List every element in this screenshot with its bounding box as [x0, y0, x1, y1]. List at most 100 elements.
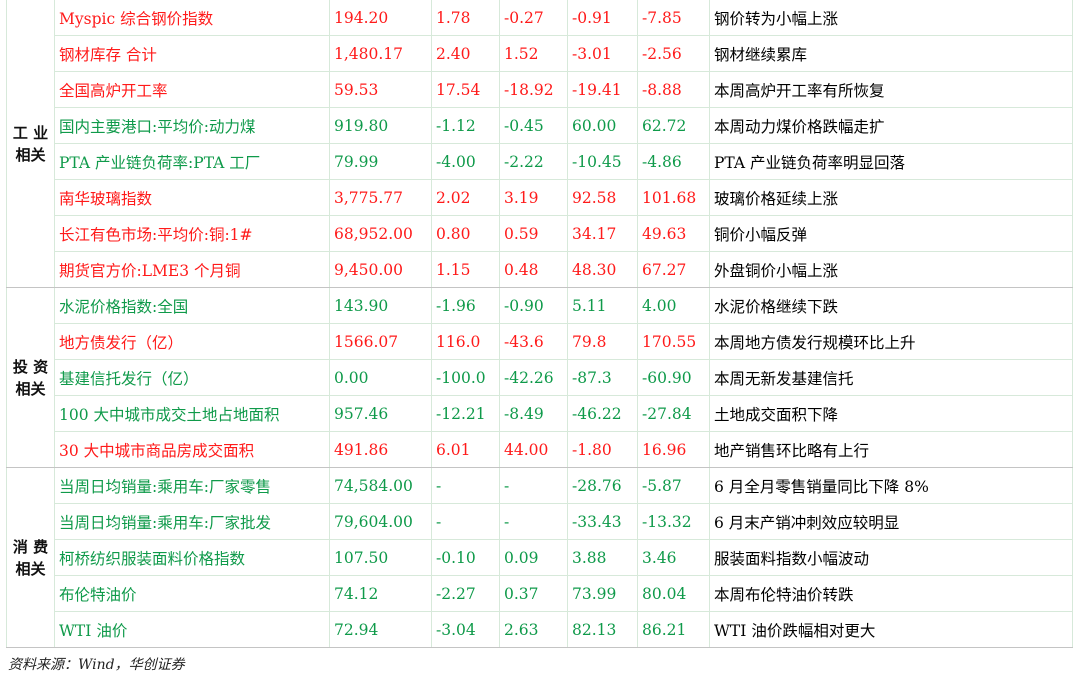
latest-value: 9,450.00 [329, 251, 432, 288]
comment: 钢材继续累库 [709, 35, 1073, 72]
comment: 铜价小幅反弹 [709, 215, 1073, 252]
wow-change: - [431, 467, 500, 504]
latest-value: 107.50 [329, 539, 432, 576]
indicator-name: 当周日均销量:乘用车:厂家批发 [54, 503, 330, 540]
wow-change: -1.96 [431, 287, 500, 324]
latest-value: 74,584.00 [329, 467, 432, 504]
indicator-name: 钢材库存 合计 [54, 35, 330, 72]
indicator-name: 100 大中城市成交土地占地面积 [54, 395, 330, 432]
wow-change: -1.12 [431, 107, 500, 144]
yoy-change: 60.00 [567, 107, 638, 144]
prev-week-change: 2.63 [499, 611, 568, 648]
prev-week-change: -2.22 [499, 143, 568, 180]
indicator-name: 柯桥纺织服装面料价格指数 [54, 539, 330, 576]
indicator-name: 基建信托发行（亿） [54, 359, 330, 396]
prev-week-change: 0.48 [499, 251, 568, 288]
yoy-change: -0.91 [567, 0, 638, 36]
table-row: 全国高炉开工率 59.53 17.54 -18.92 -19.41 -8.88 本周高炉开工… [7, 71, 1073, 108]
table-row: 长江有色市场:平均价:铜:1# 68,952.00 0.80 0.59 34.17 49.… [7, 215, 1073, 252]
latest-value: 194.20 [329, 0, 432, 36]
yoy-change: -33.43 [567, 503, 638, 540]
yoy-change: -19.41 [567, 71, 638, 108]
comment: 地产销售环比略有上行 [709, 431, 1073, 468]
wow-change: 2.40 [431, 35, 500, 72]
table-row: 当周日均销量:乘用车:厂家批发 79,604.00- - -33.43 -13.32 6 … [7, 503, 1073, 540]
table-row: 投 资相关 水泥价格指数:全国 143.90 -1.96 -0.90 5.11 4.00 水泥… [6, 287, 1073, 468]
prev-week-change: 1.52 [499, 35, 568, 72]
comment: 6 月全月零售销量同比下降 8% [709, 467, 1073, 504]
yoy-change: 5.11 [567, 287, 638, 324]
comment: 本周布伦特油价转跌 [709, 575, 1073, 612]
wow-change: 6.01 [431, 431, 500, 468]
two-year-change: 67.27 [637, 251, 710, 288]
wow-change: 0.80 [431, 215, 500, 252]
indicator-name: 国内主要港口:平均价:动力煤 [54, 107, 330, 144]
two-year-change: 49.63 [637, 215, 710, 252]
yoy-change: -10.45 [567, 143, 638, 180]
two-year-change: 80.04 [637, 575, 710, 612]
table-row: PTA 产业链负荷率:PTA 工厂 79.99 -4.00 -2.22 -10.45 -4… [7, 143, 1073, 180]
yoy-change: -1.80 [567, 431, 638, 468]
two-year-change: -13.32 [637, 503, 710, 540]
indicator-name: PTA 产业链负荷率:PTA 工厂 [54, 143, 330, 180]
prev-week-change: 0.59 [499, 215, 568, 252]
yoy-change: 79.8 [567, 323, 638, 360]
source-note: 资料来源：Wind，华创证券 [8, 657, 185, 673]
indicator-name: 布伦特油价 [54, 575, 330, 612]
two-year-change: -2.56 [637, 35, 710, 72]
two-year-change: 62.72 [637, 107, 710, 144]
wow-change: 2.02 [431, 179, 500, 216]
indicator-name: Myspic 综合钢价指数 [54, 0, 330, 36]
two-year-change: 4.00 [637, 287, 710, 324]
latest-value: 0.00 [329, 359, 432, 396]
two-year-change: 3.46 [637, 539, 710, 576]
two-year-change: 86.21 [637, 611, 710, 648]
yoy-change: 48.30 [567, 251, 638, 288]
indicator-name: 期货官方价:LME3 个月铜 [54, 251, 330, 288]
table-row: 工 业相关 Myspic 综合钢价指数 194.20 1.78 -0.27 -0.91 -7… [6, 0, 1073, 288]
comment: 本周动力煤价格跌幅走扩 [709, 107, 1073, 144]
comment: 本周地方债发行规模环比上升 [709, 323, 1073, 360]
yoy-change: 73.99 [567, 575, 638, 612]
comment: 6 月末产销冲刺效应较明显 [709, 503, 1073, 540]
wow-change: -0.10 [431, 539, 500, 576]
latest-value: 74.12 [329, 575, 432, 612]
two-year-change: -4.86 [637, 143, 710, 180]
comment: 本周高炉开工率有所恢复 [709, 71, 1073, 108]
two-year-change: 170.55 [637, 323, 710, 360]
latest-value: 1,480.17 [329, 35, 432, 72]
prev-week-change: 0.09 [499, 539, 568, 576]
prev-week-change: -0.45 [499, 107, 568, 144]
table-row: 消 费相关 当周日均销量:乘用车:厂家零售 74,584.00- - -28.76 -5.… [6, 467, 1073, 648]
yoy-change: -3.01 [567, 35, 638, 72]
prev-week-change: -43.6 [499, 323, 568, 360]
table-row: 100 大中城市成交土地占地面积 957.46 -12.21 -8.49 -46.22-… [7, 395, 1073, 432]
table-row: 布伦特油价 74.12 -2.27 0.37 73.99 80.04 本周布伦特油价转跌 [7, 575, 1073, 612]
indicator-name: 30 大中城市商品房成交面积 [54, 431, 330, 468]
latest-value: 919.80 [329, 107, 432, 144]
latest-value: 957.46 [329, 395, 432, 432]
indicator-table: 工 业相关 Myspic 综合钢价指数 194.20 1.78 -0.27 -0.91 -7… [6, 0, 1073, 648]
latest-value: 59.53 [329, 71, 432, 108]
latest-value: 72.94 [329, 611, 432, 648]
indicator-name: 南华玻璃指数 [54, 179, 330, 216]
yoy-change: -46.22 [567, 395, 638, 432]
prev-week-change: - [499, 467, 568, 504]
table-row: 地方债发行（亿） 1566.07 116.0 -43.6 79.8 170.55 本周地方债… [7, 323, 1073, 360]
wow-change: -12.21 [431, 395, 500, 432]
prev-week-change: -0.27 [499, 0, 568, 36]
wow-change: -3.04 [431, 611, 500, 648]
table-row: 南华玻璃指数 3,775.77 2.02 3.19 92.58 101.68 玻璃价格延续上… [7, 179, 1073, 216]
indicator-name: WTI 油价 [54, 611, 330, 648]
prev-week-change: -0.90 [499, 287, 568, 324]
table-body: 工 业相关 Myspic 综合钢价指数 194.20 1.78 -0.27 -0.91 -7… [6, 0, 1073, 648]
comment: 服装面料指数小幅波动 [709, 539, 1073, 576]
two-year-change: 101.68 [637, 179, 710, 216]
indicator-name: 长江有色市场:平均价:铜:1# [54, 215, 330, 252]
comment: 钢价转为小幅上涨 [709, 0, 1073, 36]
table-row: 30 大中城市商品房成交面积 491.86 6.01 44.00 -1.80 16.96 地… [7, 431, 1073, 468]
category-label: 工 业相关 [6, 0, 55, 288]
two-year-change: -27.84 [637, 395, 710, 432]
wow-change: -100.0 [431, 359, 500, 396]
prev-week-change: -8.49 [499, 395, 568, 432]
